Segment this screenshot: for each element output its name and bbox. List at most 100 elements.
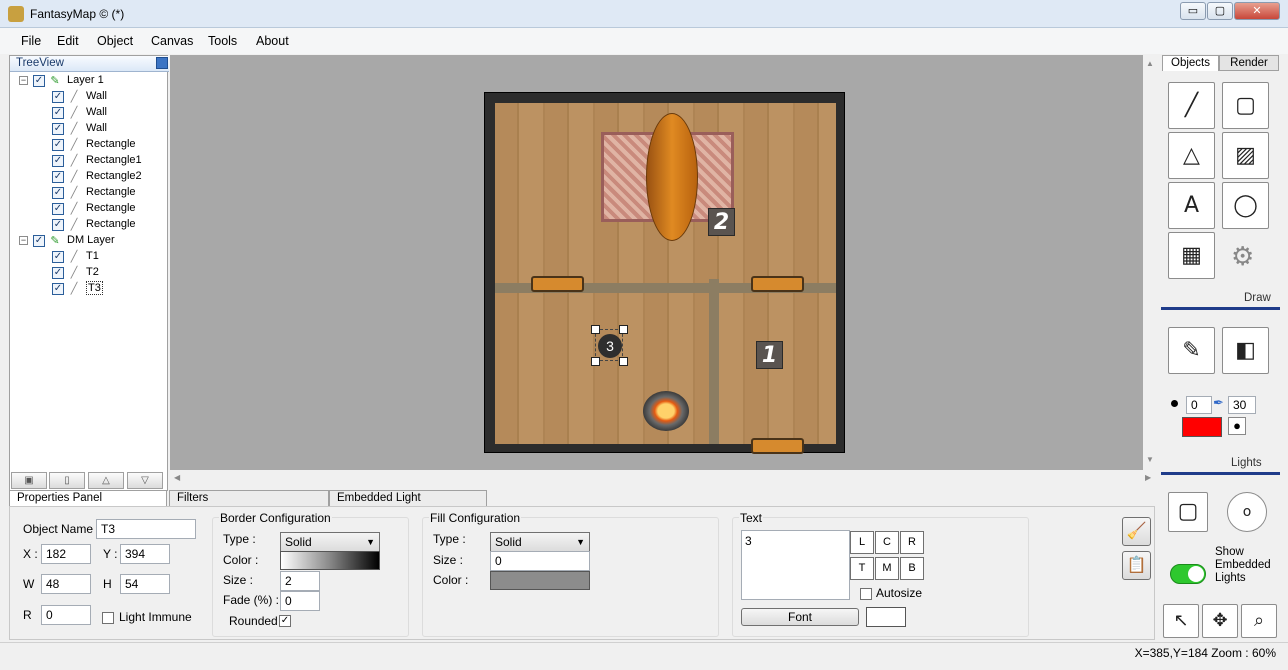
item-visible-checkbox[interactable]: ✓ bbox=[52, 139, 64, 151]
border-color-gradient[interactable] bbox=[280, 551, 380, 570]
w-field[interactable]: 48 bbox=[41, 574, 91, 594]
h-field[interactable]: 54 bbox=[120, 574, 170, 594]
gear-icon[interactable]: ⚙ bbox=[1231, 241, 1254, 272]
scroll-down-icon[interactable]: ▼ bbox=[1146, 455, 1154, 464]
light-toggle-icon[interactable]: ● bbox=[1228, 417, 1246, 435]
door-bottom[interactable] bbox=[751, 438, 804, 454]
layer-visible-checkbox[interactable]: ✓ bbox=[33, 235, 45, 247]
border-size-field[interactable]: 2 bbox=[280, 571, 320, 591]
dungeon-map[interactable]: 2 1 3 bbox=[484, 92, 845, 454]
r-field[interactable]: 0 bbox=[41, 605, 91, 625]
pan-tool-icon[interactable]: ✥ bbox=[1202, 604, 1238, 638]
tree-item[interactable]: ✓ ╱ Rectangle bbox=[10, 217, 167, 233]
broom-icon[interactable]: 🧹 bbox=[1122, 517, 1151, 546]
align-left-button[interactable]: L bbox=[850, 531, 874, 554]
resize-handle-se[interactable] bbox=[619, 357, 628, 366]
rounded-checkbox[interactable]: ✓ bbox=[279, 615, 291, 627]
tree-item[interactable]: ✓ ╱ Rectangle bbox=[10, 137, 167, 153]
text-content-field[interactable]: 3 bbox=[741, 530, 850, 600]
scroll-up-icon[interactable]: ▲ bbox=[1146, 59, 1154, 68]
campfire[interactable] bbox=[643, 391, 689, 431]
item-visible-checkbox[interactable]: ✓ bbox=[52, 107, 64, 119]
fill-color-swatch[interactable] bbox=[490, 571, 590, 590]
object-name-field[interactable]: T3 bbox=[96, 519, 196, 539]
resize-handle-nw[interactable] bbox=[591, 325, 600, 334]
fill-size-field[interactable]: 0 bbox=[490, 551, 590, 571]
color-swatch[interactable] bbox=[1182, 417, 1222, 437]
tab-embedded-light[interactable]: Embedded Light bbox=[329, 490, 487, 506]
scroll-right-icon[interactable]: ▶ bbox=[1145, 473, 1151, 482]
item-visible-checkbox[interactable]: ✓ bbox=[52, 91, 64, 103]
move-up-icon[interactable]: △ bbox=[88, 472, 124, 489]
pointer-tool-icon[interactable]: ↖ bbox=[1163, 604, 1199, 638]
rectangle-tool-icon[interactable]: ▢ bbox=[1222, 82, 1269, 129]
y-field[interactable]: 394 bbox=[120, 544, 170, 564]
resize-handle-sw[interactable] bbox=[591, 357, 600, 366]
tree-item[interactable]: ✓ ╱ T3 bbox=[10, 281, 167, 297]
pin-icon[interactable] bbox=[156, 57, 168, 69]
tree-item[interactable]: ✓ ╱ Rectangle2 bbox=[10, 169, 167, 185]
move-down-icon[interactable]: ▽ bbox=[127, 472, 163, 489]
item-visible-checkbox[interactable]: ✓ bbox=[52, 219, 64, 231]
wall-vertical[interactable] bbox=[709, 279, 719, 444]
align-bottom-button[interactable]: B bbox=[900, 557, 924, 580]
item-visible-checkbox[interactable]: ✓ bbox=[52, 203, 64, 215]
menu-edit[interactable]: Edit bbox=[57, 34, 79, 48]
resize-handle-ne[interactable] bbox=[619, 325, 628, 334]
layer-visible-checkbox[interactable]: ✓ bbox=[33, 75, 45, 87]
wall-tool-icon[interactable]: ▦ bbox=[1168, 232, 1215, 279]
menu-tools[interactable]: Tools bbox=[208, 34, 237, 48]
zoom-tool-icon[interactable]: ⌕ bbox=[1241, 604, 1277, 638]
polygon-tool-icon[interactable]: △ bbox=[1168, 132, 1215, 179]
line-tool-icon[interactable]: ╱ bbox=[1168, 82, 1215, 129]
align-middle-button[interactable]: M bbox=[875, 557, 899, 580]
align-center-button[interactable]: C bbox=[875, 531, 899, 554]
tab-render[interactable]: Render bbox=[1219, 55, 1279, 71]
item-visible-checkbox[interactable]: ✓ bbox=[52, 283, 64, 295]
tree-item[interactable]: ✓ ╱ Rectangle bbox=[10, 185, 167, 201]
tab-objects[interactable]: Objects bbox=[1162, 55, 1219, 71]
item-visible-checkbox[interactable]: ✓ bbox=[52, 187, 64, 199]
tree-item[interactable]: ✓ ╱ T2 bbox=[10, 265, 167, 281]
menu-canvas[interactable]: Canvas bbox=[151, 34, 193, 48]
token-2[interactable]: 2 bbox=[708, 208, 735, 236]
item-visible-checkbox[interactable]: ✓ bbox=[52, 123, 64, 135]
fog-brush-icon[interactable]: ✎ bbox=[1168, 327, 1215, 374]
text-tool-icon[interactable]: A bbox=[1168, 182, 1215, 229]
autosize-checkbox[interactable] bbox=[860, 588, 872, 600]
treeview-tab[interactable]: TreeView bbox=[10, 56, 169, 72]
tree-item[interactable]: ✓ ╱ Wall bbox=[10, 121, 167, 137]
brush-size-field[interactable]: 0 bbox=[1186, 396, 1212, 414]
collapse-icon[interactable]: − bbox=[19, 76, 28, 85]
menu-file[interactable]: File bbox=[21, 34, 41, 48]
token-1[interactable]: 1 bbox=[756, 341, 783, 369]
maximize-button[interactable]: ▢ bbox=[1207, 2, 1233, 20]
align-top-button[interactable]: T bbox=[850, 557, 874, 580]
light-radius-field[interactable]: 30 bbox=[1228, 396, 1256, 414]
border-fade-field[interactable]: 0 bbox=[280, 591, 320, 611]
border-type-select[interactable]: Solid ▼ bbox=[280, 532, 380, 552]
vertical-scrollbar[interactable]: ▲ ▼ bbox=[1143, 55, 1158, 470]
tab-filters[interactable]: Filters bbox=[169, 490, 329, 506]
tree-layer[interactable]: − ✓ ✎ Layer 1 bbox=[10, 73, 167, 89]
minimize-button[interactable]: ▭ bbox=[1180, 2, 1206, 20]
show-lights-toggle[interactable] bbox=[1170, 564, 1206, 584]
tab-properties-panel[interactable]: Properties Panel bbox=[9, 490, 167, 506]
fill-type-select[interactable]: Solid ▼ bbox=[490, 532, 590, 552]
table-oval[interactable] bbox=[646, 113, 698, 241]
tree-item[interactable]: ✓ ╱ Wall bbox=[10, 89, 167, 105]
tree-layer[interactable]: − ✓ ✎ DM Layer bbox=[10, 233, 167, 249]
door-right[interactable] bbox=[751, 276, 804, 292]
item-visible-checkbox[interactable]: ✓ bbox=[52, 251, 64, 263]
tree-item[interactable]: ✓ ╱ T1 bbox=[10, 249, 167, 265]
ellipse-tool-icon[interactable]: ◯ bbox=[1222, 182, 1269, 229]
horizontal-scrollbar[interactable]: ◀ ▶ bbox=[170, 471, 1158, 487]
menu-object[interactable]: Object bbox=[97, 34, 133, 48]
add-layer-icon[interactable]: ▣ bbox=[11, 472, 47, 489]
close-button[interactable]: ✕ bbox=[1234, 2, 1280, 20]
delete-layer-icon[interactable]: ▯ bbox=[49, 472, 85, 489]
light-immune-checkbox[interactable] bbox=[102, 612, 114, 624]
eraser-icon[interactable]: ◧ bbox=[1222, 327, 1269, 374]
tree-item[interactable]: ✓ ╱ Wall bbox=[10, 105, 167, 121]
scroll-left-icon[interactable]: ◀ bbox=[174, 473, 180, 482]
